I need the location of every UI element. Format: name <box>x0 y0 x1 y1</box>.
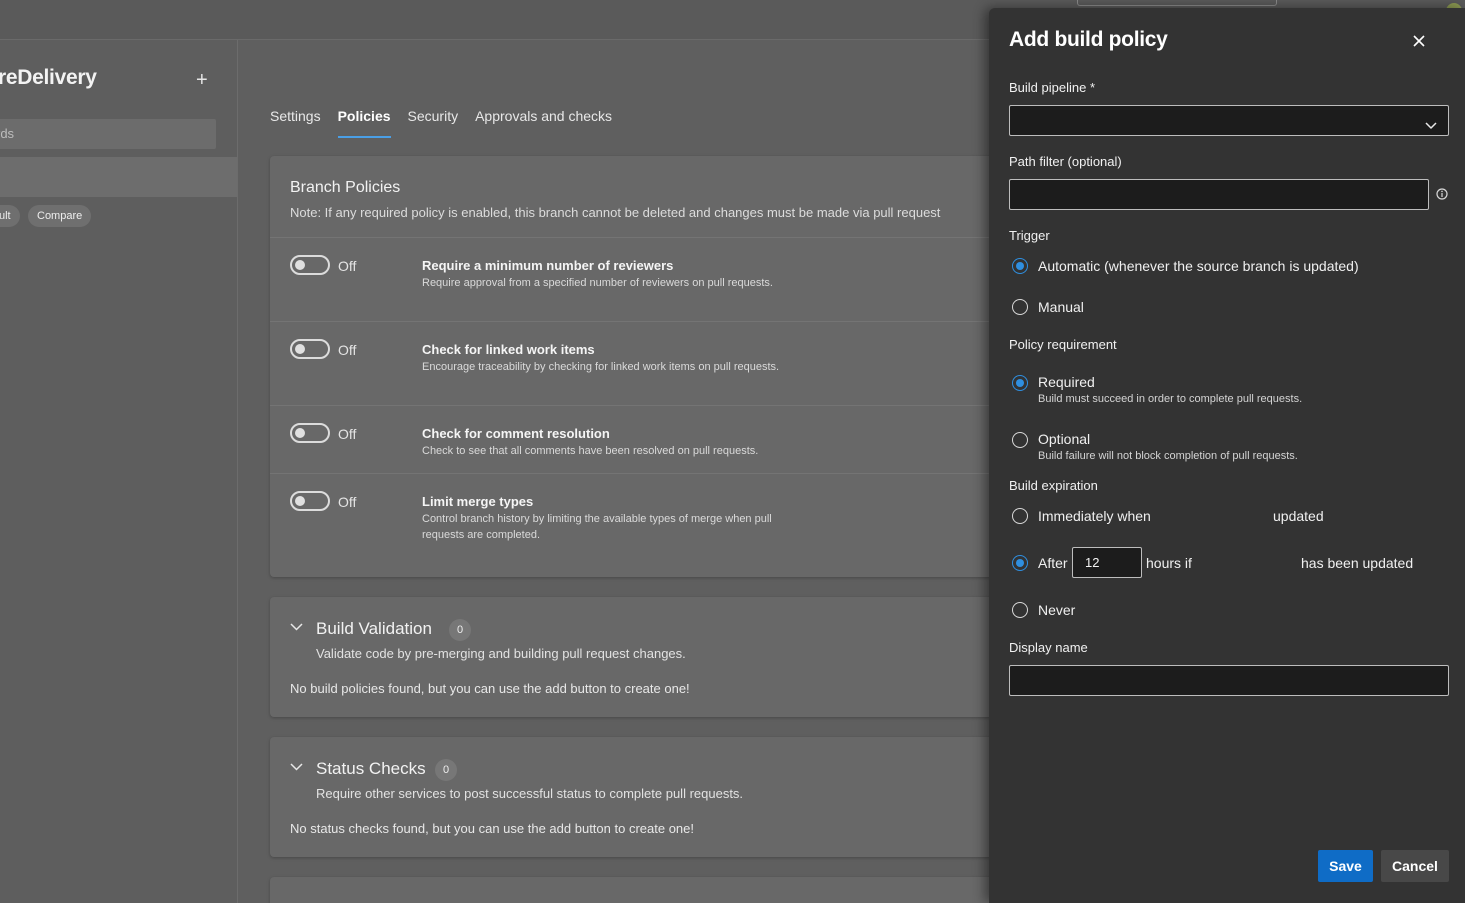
policy-title: Limit merge types <box>422 494 534 509</box>
trigger-manual-radio[interactable] <box>1012 299 1028 315</box>
policy-title: Check for comment resolution <box>422 426 610 441</box>
status-checks-empty: No status checks found, but you can use … <box>290 821 694 836</box>
optional-radio[interactable] <box>1012 432 1028 448</box>
policy-toggle-label: Off <box>338 426 357 442</box>
policy-requirement-label: Policy requirement <box>1009 337 1117 352</box>
add-build-policy-panel: Add build policy Build pipeline * Path f… <box>989 8 1465 903</box>
build-pipeline-label: Build pipeline * <box>1009 80 1096 95</box>
optional-desc: Build failure will not block completion … <box>1038 450 1298 462</box>
build-validation-desc: Validate code by pre-merging and buildin… <box>316 646 686 661</box>
path-filter-label: Path filter (optional) <box>1009 154 1122 169</box>
tab-security[interactable]: Security <box>408 108 459 138</box>
policy-row: Off Require a minimum number of reviewer… <box>270 237 1000 321</box>
build-validation-count: 0 <box>449 619 471 641</box>
build-expiration-label: Build expiration <box>1009 478 1098 493</box>
display-name-label: Display name <box>1009 640 1088 655</box>
policy-toggle[interactable] <box>290 255 330 275</box>
policy-description: Require approval from a specified number… <box>422 277 773 289</box>
collapsed-section-card <box>270 877 1000 903</box>
required-radio[interactable] <box>1012 375 1028 391</box>
policy-description: Check to see that all comments have been… <box>422 445 759 457</box>
cancel-button[interactable]: Cancel <box>1381 850 1449 882</box>
policy-toggle-label: Off <box>338 494 357 510</box>
status-checks-title: Status Checks <box>316 759 426 778</box>
policy-title: Require a minimum number of reviewers <box>422 258 674 273</box>
optional-label: Optional <box>1038 431 1091 447</box>
sidebar-selected-row[interactable] <box>0 157 237 197</box>
expire-after-label: After <box>1038 555 1068 571</box>
sidebar-search-input[interactable]: rds <box>0 119 216 149</box>
path-filter-input[interactable] <box>1009 179 1429 210</box>
top-search-box[interactable] <box>1077 0 1277 6</box>
build-validation-empty: No build policies found, but you can use… <box>290 681 690 696</box>
branch-policies-title: Branch Policies <box>290 179 401 196</box>
build-pipeline-dropdown[interactable] <box>1009 105 1449 136</box>
required-label: Required <box>1038 374 1095 390</box>
hours-input[interactable]: 12 <box>1072 547 1142 578</box>
expire-immediately-suffix: updated <box>1273 508 1324 524</box>
info-icon[interactable] <box>1436 187 1448 200</box>
policy-row: Off Check for comment resolution Check t… <box>270 405 1000 473</box>
display-name-input[interactable] <box>1009 665 1449 696</box>
save-button[interactable]: Save <box>1318 850 1373 882</box>
policy-toggle-label: Off <box>338 342 357 358</box>
project-title: reDelivery <box>0 66 97 89</box>
has-been-updated-label: has been updated <box>1301 555 1414 571</box>
trigger-automatic-label: Automatic (whenever the source branch is… <box>1038 258 1359 274</box>
policy-title: Check for linked work items <box>422 342 595 357</box>
expire-immediately-label: Immediately when <box>1038 508 1151 524</box>
chevron-down-icon <box>1425 117 1437 135</box>
sidebar-chip-default[interactable]: ult <box>0 205 20 227</box>
status-checks-card: Status Checks 0 Require other services t… <box>270 737 1000 857</box>
policy-description: Encourage traceability by checking for l… <box>422 361 780 373</box>
policy-description: Control branch history by limiting the a… <box>422 513 772 541</box>
close-icon[interactable] <box>1413 34 1425 52</box>
build-validation-title: Build Validation <box>316 619 432 638</box>
policy-toggle[interactable] <box>290 491 330 511</box>
policy-row: Off Check for linked work items Encourag… <box>270 321 1000 405</box>
tab-approvals-and-checks[interactable]: Approvals and checks <box>475 108 612 138</box>
trigger-manual-label: Manual <box>1038 299 1084 315</box>
hours-if-label: hours if <box>1146 555 1192 571</box>
policy-toggle[interactable] <box>290 423 330 443</box>
status-checks-desc: Require other services to post successfu… <box>316 786 744 801</box>
expire-never-label: Never <box>1038 602 1076 618</box>
sidebar-chip-compare[interactable]: Compare <box>28 205 92 227</box>
policy-toggle-label: Off <box>338 258 357 274</box>
expire-never-radio[interactable] <box>1012 602 1028 618</box>
panel-title: Add build policy <box>1009 28 1168 51</box>
branch-policies-note: Note: If any required policy is enabled,… <box>290 205 941 220</box>
build-validation-card: Build Validation 0 Validate code by pre-… <box>270 597 1000 717</box>
policy-row: Off Limit merge types Control branch his… <box>270 473 1000 573</box>
policy-toggle[interactable] <box>290 339 330 359</box>
branch-policies-card: Branch Policies Note: If any required po… <box>270 156 1000 577</box>
required-desc: Build must succeed in order to complete … <box>1038 393 1303 405</box>
tab-bar: Settings Policies Security Approvals and… <box>270 108 629 138</box>
add-icon[interactable]: + <box>196 70 208 90</box>
expire-immediately-radio[interactable] <box>1012 508 1028 524</box>
tab-settings[interactable]: Settings <box>270 108 321 138</box>
sidebar: reDelivery + rds ult Compare <box>0 40 238 903</box>
chevron-down-icon[interactable] <box>290 623 303 631</box>
status-checks-count: 0 <box>435 759 457 781</box>
trigger-label: Trigger <box>1009 228 1050 243</box>
trigger-automatic-radio[interactable] <box>1012 258 1028 274</box>
tab-policies[interactable]: Policies <box>337 108 391 138</box>
chevron-down-icon[interactable] <box>290 763 303 771</box>
expire-after-radio[interactable] <box>1012 555 1028 571</box>
